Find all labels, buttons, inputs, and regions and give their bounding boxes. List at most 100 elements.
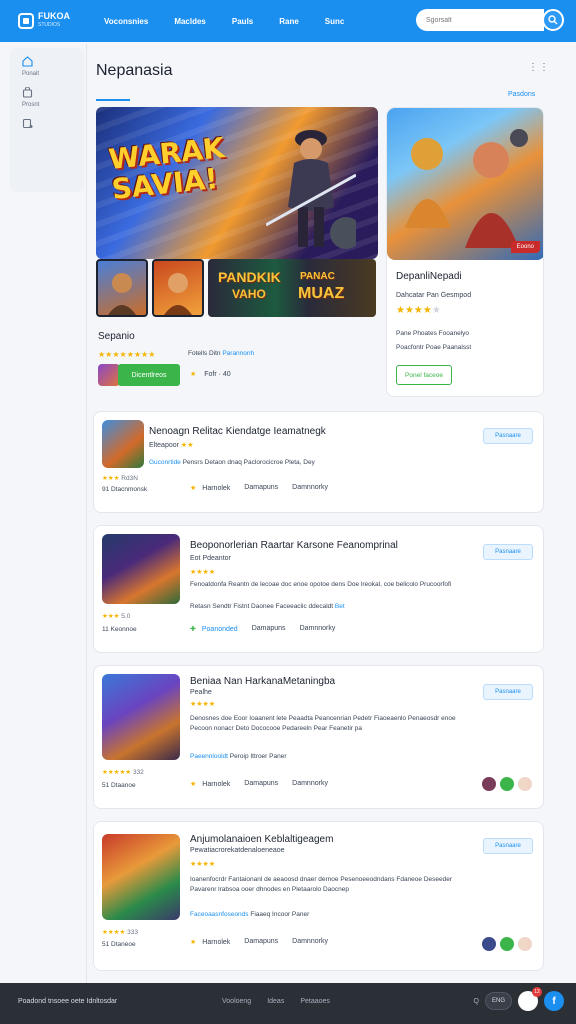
action-2[interactable]: Damapuns <box>244 780 278 788</box>
featured-small-text: Fofr · 40 <box>204 371 231 378</box>
game-count: 91 Dtacnmonsk <box>102 486 148 493</box>
facebook-icon[interactable]: f <box>544 991 564 1011</box>
footer-link-1[interactable]: Vooloeng <box>222 998 251 1005</box>
search-button[interactable] <box>542 9 564 31</box>
notification-badge: 12 <box>532 987 542 997</box>
friend-avatars[interactable] <box>481 936 533 952</box>
game-count: 11 Keonnoe <box>102 626 137 633</box>
language-selector[interactable]: ENG <box>484 992 512 1010</box>
footer-links: Vooloeng Ideas Petaaoes <box>222 998 330 1005</box>
star-icon: ★ <box>190 371 197 378</box>
game-title: Nenoagn Relitac Kiendatge Ieamatnegk <box>149 426 326 437</box>
nav-item-1[interactable]: Voconsnies <box>104 17 148 26</box>
sidebar-item-home[interactable]: Ponait <box>10 56 84 77</box>
game-icon-image <box>102 420 144 468</box>
top-bar: FUKOA STUDIOS Voconsnies Macldes Pauls R… <box>0 0 576 42</box>
featured-download-button[interactable]: Dicentlreos <box>118 364 180 386</box>
avatar <box>517 776 533 792</box>
game-rating: ★★★ 5.0 <box>102 613 131 620</box>
game-card[interactable]: Nenoagn Relitac Kiendatge Ieamatnegk Elt… <box>93 411 544 513</box>
action-3[interactable]: Damnnorky <box>300 625 336 633</box>
star-icon: ★ <box>190 781 197 788</box>
nav-item-2[interactable]: Macldes <box>174 17 206 26</box>
character-thumbnail-image <box>164 273 192 315</box>
action-1[interactable]: ★ Harnolek <box>190 938 230 946</box>
thumbnail-3[interactable]: PANDKIK VAHO PANAC MUAZ <box>208 259 376 317</box>
game-rating: ★★★ Rd3N <box>102 475 138 482</box>
character-thumbnail-image <box>108 273 136 315</box>
game-link[interactable]: Guconrtide Pensrs Detaon dnaq Paclorocic… <box>149 459 315 466</box>
thumbnail-3-title-left: PANDKIK <box>218 269 281 285</box>
game-share-button[interactable]: Pasnaare <box>483 684 533 700</box>
game-link[interactable]: Paeennlooldt Peroip Ittroer Paner <box>190 753 287 760</box>
game-share-button[interactable]: Pasnaare <box>483 838 533 854</box>
promo-card[interactable]: Eoono DepanliNepadi Dahcatar Pan Gesmpod… <box>386 107 544 397</box>
action-1[interactable]: ★ Harnolek <box>190 484 230 492</box>
game-actions: ★ Harnolek Damapuns Damnnorky <box>190 938 328 946</box>
game-actions: ★ Harnolek Damapuns Damnnorky <box>190 484 328 492</box>
game-card[interactable]: Beoponorlerian Raartar Karsone Feanompri… <box>93 525 544 653</box>
nav-item-4[interactable]: Rane <box>279 17 299 26</box>
game-share-button[interactable]: Pasnaare <box>483 428 533 444</box>
game-description: Ioanenfocrdr Fantaionanl de aeaoosd dnae… <box>190 876 453 893</box>
game-card[interactable]: Anjumolanaioen Keblaltigeagem Pewatiacro… <box>93 821 544 971</box>
game-share-button[interactable]: Pasnaare <box>483 544 533 560</box>
game-icon-image <box>102 534 180 604</box>
action-1[interactable]: ★ Harnolek <box>190 780 230 788</box>
hero-banner[interactable]: WARAK SAVIA! <box>96 107 378 259</box>
sidebar-item-store[interactable]: Prosnt <box>10 87 84 108</box>
footer-controls: Q ENG 12 f <box>474 987 564 1011</box>
sidebar-item-label: Ponait <box>22 71 40 77</box>
action-3[interactable]: Damnnorky <box>292 780 328 788</box>
logo-icon <box>18 13 34 29</box>
friend-avatars[interactable] <box>481 776 533 792</box>
action-3[interactable]: Damnnorky <box>292 938 328 946</box>
featured-meta-text: Fotells Ditn <box>188 350 221 357</box>
avatar <box>499 936 515 952</box>
action-2[interactable]: Damapuns <box>252 625 286 633</box>
action-1[interactable]: ✚ Poanonded <box>190 625 238 633</box>
search-input[interactable] <box>426 16 526 24</box>
thumbnail-1[interactable] <box>96 259 148 317</box>
sidebar-item-label: Prosnt <box>22 102 40 108</box>
gem-icon: ✚ <box>190 626 196 633</box>
help-icon[interactable]: Q <box>474 998 479 1005</box>
thumbnail-2[interactable] <box>152 259 204 317</box>
featured-small-info: ★ Fofr · 40 <box>190 370 231 378</box>
action-3[interactable]: Damnnorky <box>292 484 328 492</box>
hero-character-image <box>266 130 356 249</box>
game-link[interactable]: Retasn Sendtr Fistnt Daonee Faceeaclic d… <box>190 603 345 610</box>
profile-icon <box>22 118 33 129</box>
game-subtitle: Pealhe <box>190 689 212 696</box>
nav-item-5[interactable]: Sunc <box>325 17 345 26</box>
featured-game-name: Sepanio <box>98 331 135 342</box>
footer-link-2[interactable]: Ideas <box>267 998 284 1005</box>
promo-button[interactable]: Ponel faceoe <box>396 365 452 385</box>
nav-item-3[interactable]: Pauls <box>232 17 253 26</box>
avatar <box>481 776 497 792</box>
logo[interactable]: FUKOA STUDIOS <box>18 12 82 30</box>
game-count: 51 Dtaneoe <box>102 941 136 948</box>
main-nav: Voconsnies Macldes Pauls Rane Sunc <box>104 17 370 26</box>
action-2[interactable]: Damapuns <box>244 938 278 946</box>
sidebar-item-profile[interactable] <box>10 118 84 129</box>
featured-meta-link[interactable]: Parannonh <box>222 350 254 357</box>
notifications-button[interactable]: 12 <box>518 987 542 1011</box>
game-title: Beoponorlerian Raartar Karsone Feanompri… <box>190 540 398 551</box>
more-options-icon[interactable]: ⋮⋮ <box>528 62 550 73</box>
search-icon <box>548 15 558 25</box>
footer-link-3[interactable]: Petaaoes <box>300 998 330 1005</box>
action-2[interactable]: Damapuns <box>244 484 278 492</box>
game-link[interactable]: Faceoaasnfoseonds Fiaaeq Incoor Paner <box>190 911 309 918</box>
game-subtitle: Pewatiacrorekatdenaloeneaoe <box>190 847 285 854</box>
promo-stars-empty: ★ <box>431 305 441 316</box>
star-icon: ★ <box>190 939 197 946</box>
featured-rating-stars: ★★★★★★★★ <box>98 350 156 359</box>
featured-meta: Fotells Ditn Parannonh <box>188 350 254 357</box>
sidebar-divider <box>86 44 87 984</box>
game-description: Denosnes doe Eoor Ioaanent lete Peaadta … <box>190 715 456 732</box>
game-icon-image <box>102 674 180 760</box>
game-card[interactable]: Beniaa Nan HarkanaMetaningba Pealhe ★★★★… <box>93 665 544 809</box>
header-link[interactable]: Pasdons <box>508 91 535 98</box>
game-subtitle-stars: ★★★★ <box>190 861 216 868</box>
